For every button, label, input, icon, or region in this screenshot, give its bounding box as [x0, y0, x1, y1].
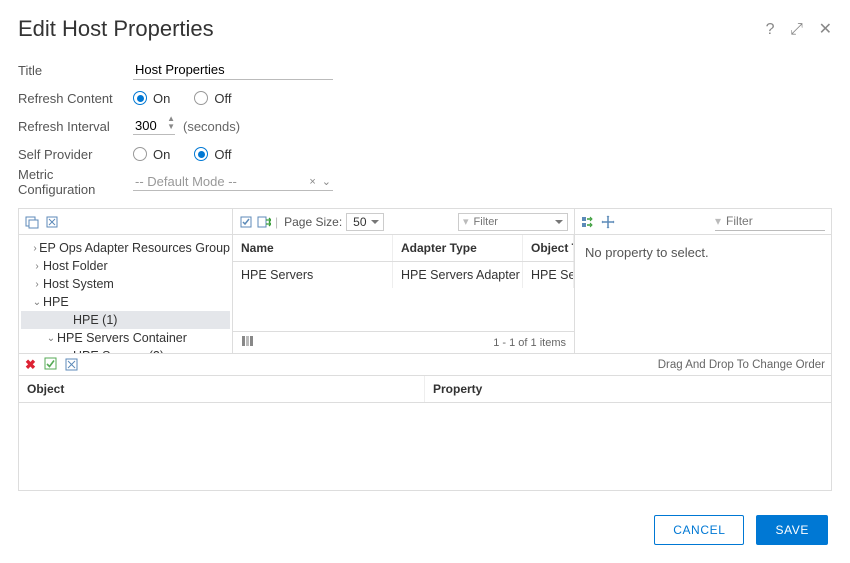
tree-pane: ›EP Ops Adapter Resources Group ›Host Fo…: [19, 209, 233, 353]
expand-tree-icon[interactable]: [601, 215, 615, 229]
selection-toolbar: ✖ Drag And Drop To Change Order: [19, 354, 831, 376]
select-all-icon[interactable]: [239, 215, 253, 229]
form-area: Title Refresh Content On Off Refresh Int…: [18, 56, 832, 196]
tree-item-label: Host Folder: [43, 259, 108, 273]
expand-icon[interactable]: ›: [31, 261, 43, 272]
col-adapter[interactable]: Adapter Type: [393, 235, 523, 261]
properties-empty: No property to select.: [575, 235, 831, 270]
results-header: Name Adapter Type Object T: [233, 235, 574, 262]
tree-item[interactable]: HPE Servers (2): [21, 347, 230, 353]
metric-config-select[interactable]: -- Default Mode -- × ⌄: [133, 173, 333, 191]
select-all-icon[interactable]: [44, 357, 57, 373]
radio-label: On: [153, 147, 170, 162]
interval-spinner[interactable]: ▲▼: [167, 115, 175, 131]
collapse-icon[interactable]: ⌄: [31, 297, 43, 308]
collapse-all-icon[interactable]: [25, 215, 39, 229]
cancel-button[interactable]: CANCEL: [654, 515, 744, 545]
columns-icon[interactable]: [241, 335, 255, 350]
refresh-interval-label: Refresh Interval: [18, 119, 133, 134]
metric-config-value: -- Default Mode --: [135, 174, 237, 189]
collapse-icon[interactable]: ⌄: [45, 333, 57, 344]
self-provider-label: Self Provider: [18, 147, 133, 162]
chevron-down-icon[interactable]: ⌄: [322, 175, 331, 188]
selection-header: Object Property: [19, 376, 831, 403]
cell-name: HPE Servers: [233, 262, 393, 288]
tree-toolbar: [19, 209, 232, 235]
refresh-interval-unit: (seconds): [183, 119, 240, 134]
selection-body: [19, 403, 831, 490]
deselect-all-icon[interactable]: [45, 215, 59, 229]
radio-label: Off: [214, 91, 231, 106]
radio-label: Off: [214, 147, 231, 162]
tree-item[interactable]: ›Host System: [21, 275, 230, 293]
results-status: 1 - 1 of 1 items: [493, 337, 566, 349]
save-button[interactable]: SAVE: [756, 515, 828, 545]
results-row[interactable]: HPE Servers HPE Servers Adapter HPE Se: [233, 262, 574, 289]
col-object[interactable]: Object: [19, 376, 425, 402]
expand-icon[interactable]: ›: [31, 279, 43, 290]
properties-filter[interactable]: ▾: [715, 213, 825, 231]
show-common-icon[interactable]: [581, 215, 595, 229]
properties-pane: ▾ No property to select.: [575, 209, 831, 353]
dialog-header: Edit Host Properties ? ⤢ ✕: [18, 10, 832, 56]
expand-icon[interactable]: ⤢: [790, 21, 803, 38]
funnel-icon: ▾: [463, 215, 469, 228]
refresh-content-on-radio[interactable]: On: [133, 91, 170, 106]
title-input[interactable]: [133, 60, 333, 80]
metric-config-label: Metric Configuration: [18, 167, 133, 197]
select-page-icon[interactable]: [257, 215, 271, 229]
funnel-icon: ▾: [715, 214, 721, 228]
properties-toolbar: ▾: [575, 209, 831, 235]
tree-item-label: HPE Servers Container: [57, 331, 187, 345]
col-name[interactable]: Name: [233, 235, 393, 261]
object-tree: ›EP Ops Adapter Resources Group ›Host Fo…: [19, 235, 232, 353]
refresh-content-label: Refresh Content: [18, 91, 133, 106]
page-size-select[interactable]: 50: [346, 213, 383, 231]
col-property[interactable]: Property: [425, 376, 831, 402]
tree-item[interactable]: ›Host Folder: [21, 257, 230, 275]
title-label: Title: [18, 63, 133, 78]
dialog-title: Edit Host Properties: [18, 16, 214, 42]
results-footer: 1 - 1 of 1 items: [233, 331, 574, 353]
properties-filter-input[interactable]: [724, 213, 825, 229]
self-provider-on-radio[interactable]: On: [133, 147, 170, 162]
help-icon[interactable]: ?: [766, 21, 775, 38]
col-object-type[interactable]: Object T: [523, 235, 574, 261]
tree-item-selected[interactable]: HPE (1): [21, 311, 230, 329]
results-filter[interactable]: ▾: [458, 213, 568, 231]
tree-item[interactable]: ⌄HPE Servers Container: [21, 329, 230, 347]
results-filter-input[interactable]: [472, 215, 563, 229]
clear-icon[interactable]: ×: [309, 176, 315, 188]
drag-hint: Drag And Drop To Change Order: [658, 359, 825, 371]
page-size-label: Page Size:: [284, 215, 342, 229]
close-icon[interactable]: ✕: [819, 21, 832, 38]
middle-panes: ›EP Ops Adapter Resources Group ›Host Fo…: [18, 208, 832, 354]
tree-item[interactable]: ›EP Ops Adapter Resources Group: [21, 239, 230, 257]
expand-icon[interactable]: ›: [31, 243, 39, 254]
header-actions: ? ⤢ ✕: [754, 19, 832, 39]
cell-adapter: HPE Servers Adapter: [393, 262, 523, 288]
cell-object-type: HPE Se: [523, 262, 574, 288]
tree-item[interactable]: ⌄HPE: [21, 293, 230, 311]
selection-pane: ✖ Drag And Drop To Change Order Object P…: [18, 354, 832, 491]
radio-label: On: [153, 91, 170, 106]
tree-item-label: HPE Servers (2): [73, 349, 164, 353]
deselect-all-icon[interactable]: [65, 358, 79, 372]
results-toolbar: | Page Size: 50 ▾: [233, 209, 574, 235]
edit-host-properties-dialog: Edit Host Properties ? ⤢ ✕ Title Refresh…: [0, 0, 850, 563]
remove-icon[interactable]: ✖: [25, 357, 36, 373]
tree-item-label: EP Ops Adapter Resources Group: [39, 241, 230, 255]
tree-item-label: HPE: [43, 295, 69, 309]
tree-item-label: Host System: [43, 277, 114, 291]
tree-item-label: HPE (1): [73, 313, 117, 327]
refresh-content-off-radio[interactable]: Off: [194, 91, 231, 106]
results-pane: | Page Size: 50 ▾ Name Adapter Type Obje…: [233, 209, 575, 353]
dialog-footer: CANCEL SAVE: [18, 501, 832, 549]
self-provider-off-radio[interactable]: Off: [194, 147, 231, 162]
